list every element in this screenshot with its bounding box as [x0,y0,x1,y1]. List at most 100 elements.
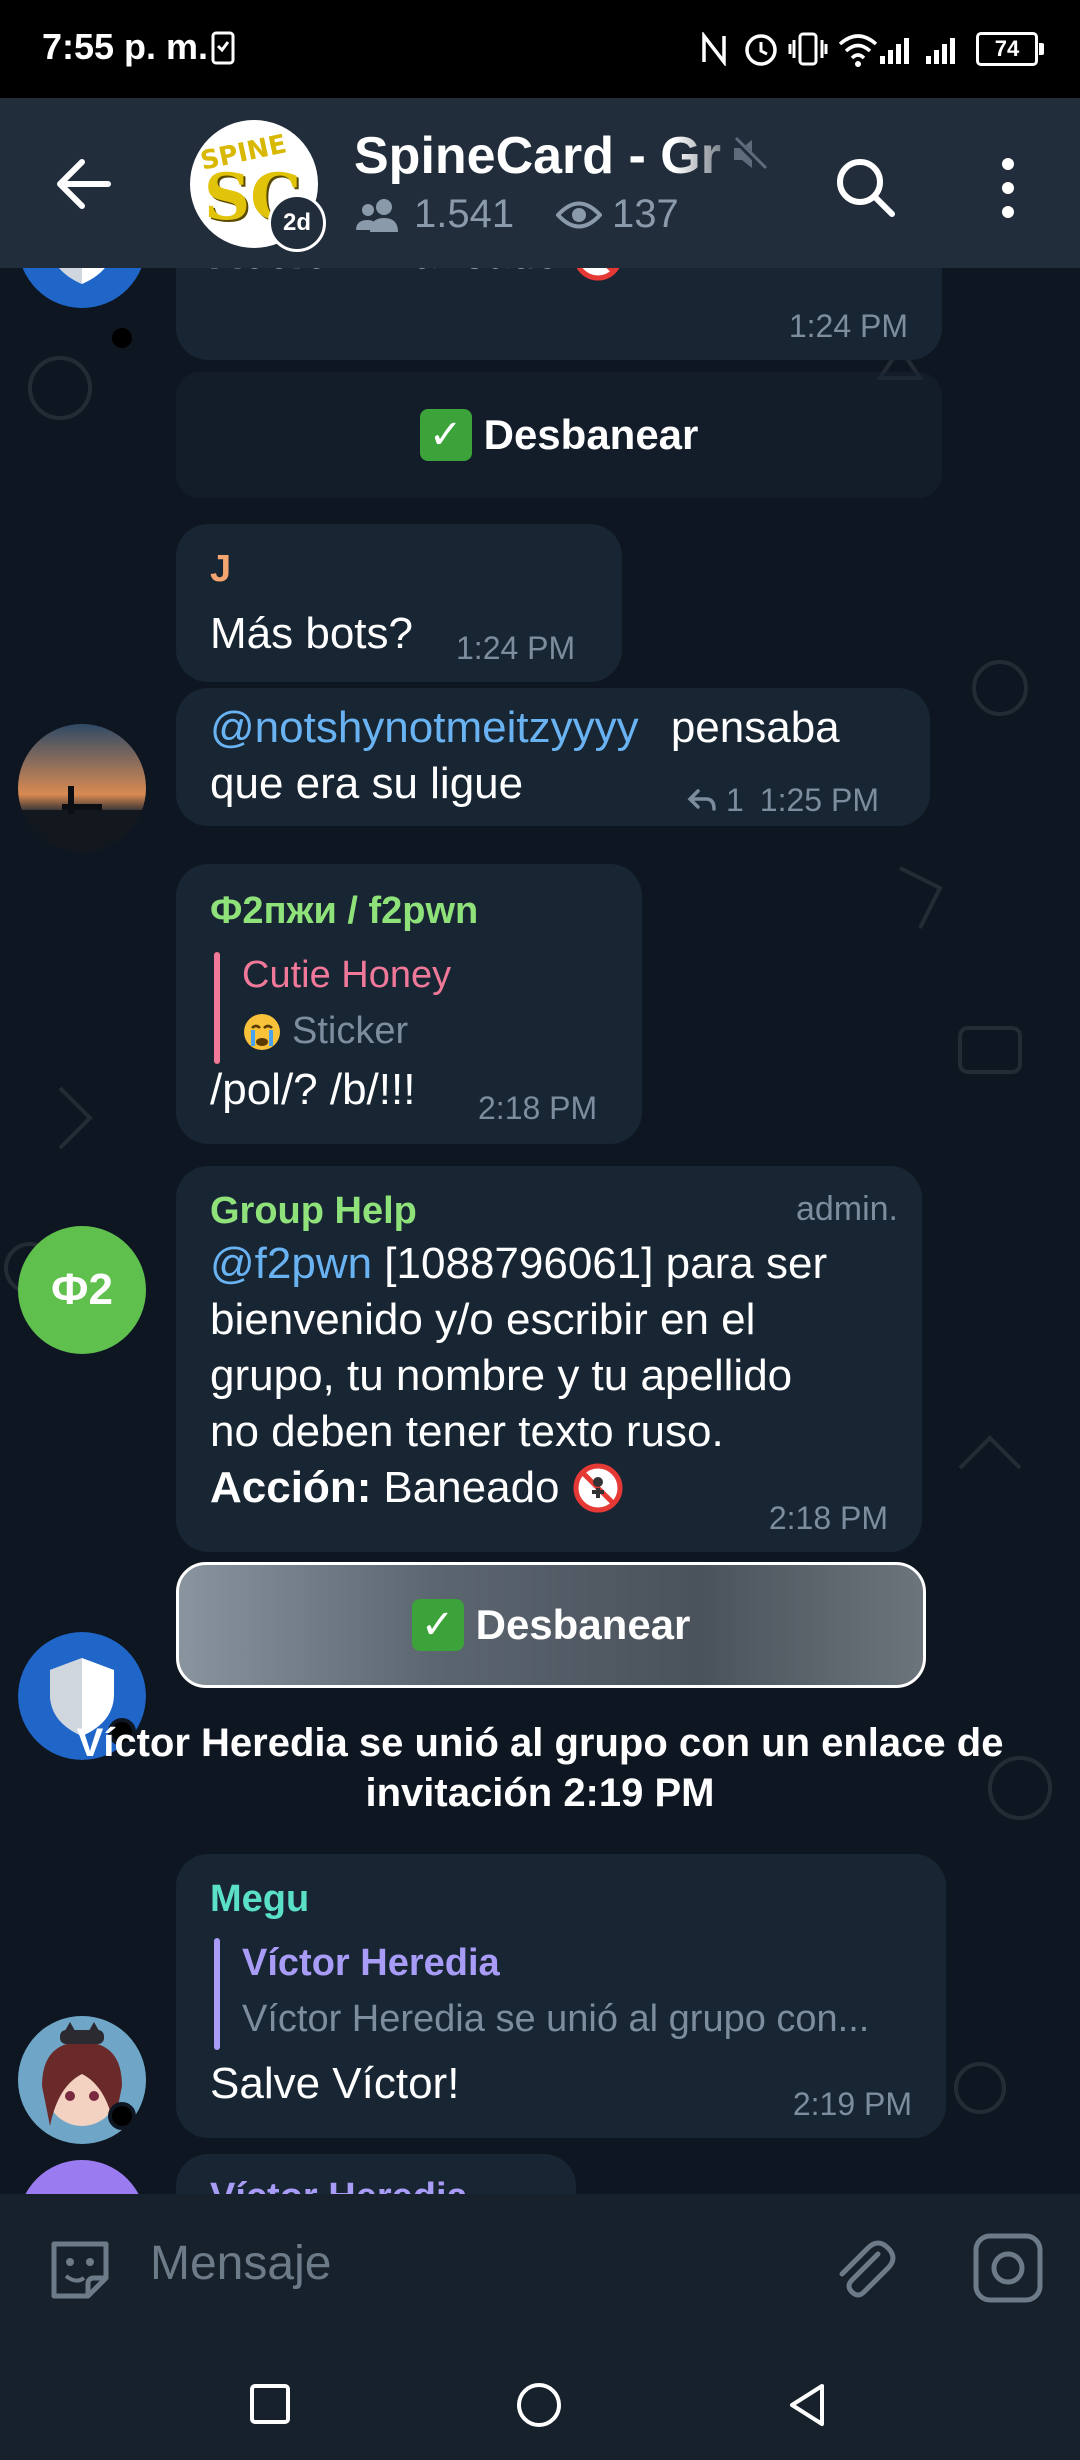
message-line-2: que era su ligue [210,759,524,808]
reply-preview[interactable]: Sticker [242,1010,408,1053]
wifi-icon [838,34,878,67]
avatar-f2pwn[interactable]: Ф2 [18,1226,146,1354]
message-action-line: Acción: Baneado [210,268,624,282]
action-text: Baneado [384,268,560,278]
signal-icon-2 [926,32,955,64]
chat-area[interactable]: Acción: Baneado 1:24 PM ✓ Desbanear J Má… [0,268,1080,2194]
message-line-1: @f2pwn [1088796061] para ser [210,1236,910,1292]
admin-role-label: admin. [795,1190,898,1228]
camera-icon[interactable] [970,2230,1046,2306]
message-line-4: no deben tener texto ruso. [210,1407,724,1456]
mention-link[interactable]: @notshynotmeitzyyyy [210,703,639,752]
message-time: 2:19 PM [792,2086,912,2122]
sticker-emoji-icon[interactable] [44,2234,116,2306]
message-time: 1:25 PM [759,782,879,818]
sim-notification-icon [211,31,235,65]
message-bubble-victor[interactable]: Víctor Heredia [176,2154,576,2194]
battery-icon: 74 [976,32,1044,66]
message-line-3: grupo, tu nombre y tu apellido [210,1351,793,1400]
message-time: 1:24 PM [456,630,576,666]
search-icon[interactable] [826,148,906,228]
message-bubble-grouphelp-2[interactable]: Group Help admin. @f2pwn [1088796061] pa… [176,1166,922,1552]
message-line-2: bienvenido y/o escribir en el [210,1295,756,1344]
reply-text[interactable]: Víctor Heredia se unió al grupo con... [242,1998,869,2041]
message-bubble-reply[interactable]: @notshynotmeitzyyyy pensaba que era su l… [176,688,930,826]
system-navigation-bar [0,2342,1080,2460]
muted-icon [731,135,769,173]
sunset-photo [18,724,146,852]
unban-button-label: Desbanear [483,411,699,458]
action-text: Baneado [383,1463,560,1512]
nfc-icon [702,32,726,66]
story-badge: 2d [268,194,326,252]
message-input[interactable]: Mensaje [150,2236,331,2291]
message-line-1: @notshynotmeitzyyyy pensaba [210,700,840,756]
eye-icon [556,201,602,228]
message-bubble-j[interactable]: J Más bots? 1:24 PM [176,524,622,682]
message-bubble-f2pwn[interactable]: Ф2пжи / f2pwn Cutie Honey Sticker /pol/?… [176,864,642,1144]
message-bubble-megu[interactable]: Megu Víctor Heredia Víctor Heredia se un… [176,1854,946,2138]
sender-name[interactable]: Group Help [210,1190,417,1233]
attach-paperclip-icon[interactable] [826,2232,902,2308]
views-value: 137 [612,192,679,236]
reply-text: Sticker [292,1010,409,1052]
message-text-block: @f2pwn [1088796061] para ser bienvenido … [210,1236,910,1516]
banned-emoji-icon [576,268,620,281]
message-input-bar: Mensaje [0,2194,1080,2342]
members-value: 1.541 [414,192,515,236]
check-mark-icon: ✓ [419,409,472,461]
online-status-dot [108,324,136,352]
message-text: /pol/? /b/!!! [210,1065,416,1114]
action-label: Acción: [210,268,371,278]
reply-sender-name[interactable]: Cutie Honey [242,954,451,997]
mention-link[interactable]: @f2pwn [210,1239,372,1288]
sender-name[interactable]: Víctor Heredia [210,2176,468,2194]
message-time: 2:18 PM [768,1500,888,1536]
battery-level: 74 [994,36,1020,61]
check-mark-icon: ✓ [411,1599,464,1651]
sender-name[interactable]: Ф2пжи / f2pwn [210,890,478,933]
signal-icon-1 [880,32,909,64]
more-options-icon[interactable] [980,148,1030,228]
replies-count: 1 [726,782,744,818]
banned-emoji-icon [573,1463,623,1513]
reply-bar [214,952,220,1064]
reply-sender-name[interactable]: Víctor Heredia [242,1942,500,1985]
action-label: Acción: [210,1463,372,1512]
service-message-line-1: Víctor Heredia se unió al grupo con un e… [76,1721,1004,1765]
service-message: Víctor Heredia se unió al grupo con un e… [60,1718,1020,1818]
status-bar: 7:55 p. m. 74 [0,0,1080,98]
chat-header: SPINE SC 2d SpineCard - Gr 1.541 137 [0,98,1080,268]
message-text: Más bots? [210,609,413,658]
replies-indicator[interactable]: 1 1:25 PM [686,782,879,819]
unban-button[interactable]: ✓ Desbanear [176,1562,926,1688]
recent-apps-button[interactable] [248,2382,292,2426]
back-button[interactable] [782,2380,832,2430]
online-status-dot [108,2102,136,2130]
sender-name[interactable]: J [210,548,231,591]
message-bubble-grouphelp-1[interactable]: Acción: Baneado 1:24 PM [176,268,942,360]
status-time: 7:55 p. m. [42,26,209,67]
message-time: 2:18 PM [478,1090,598,1126]
views-count: 137 [556,192,679,237]
back-arrow-icon[interactable] [44,144,124,224]
crying-face-icon [244,1013,280,1050]
alarm-icon [745,34,777,66]
home-button[interactable] [514,2380,564,2430]
reply-arrow-icon [687,788,716,811]
members-count: 1.541 [354,192,514,237]
avatar-initials: Ф2 [50,1265,114,1314]
reply-bar [214,1938,220,2050]
vibrate-icon [788,32,828,66]
message-line-1-rest: [1088796061] para ser [372,1239,828,1288]
members-icon [356,198,398,232]
message-text: Salve Víctor! [210,2059,460,2108]
chat-title[interactable]: SpineCard - Gr [354,126,754,186]
message-time: 1:24 PM [788,308,908,344]
unban-button-label: Desbanear [475,1601,691,1648]
unban-button[interactable]: ✓ Desbanear [176,372,942,498]
service-message-line-2: invitación 2:19 PM [365,1771,715,1815]
message-text-part: pensaba [670,703,840,752]
sender-name[interactable]: Megu [210,1878,309,1921]
avatar-sunset[interactable] [18,724,146,852]
